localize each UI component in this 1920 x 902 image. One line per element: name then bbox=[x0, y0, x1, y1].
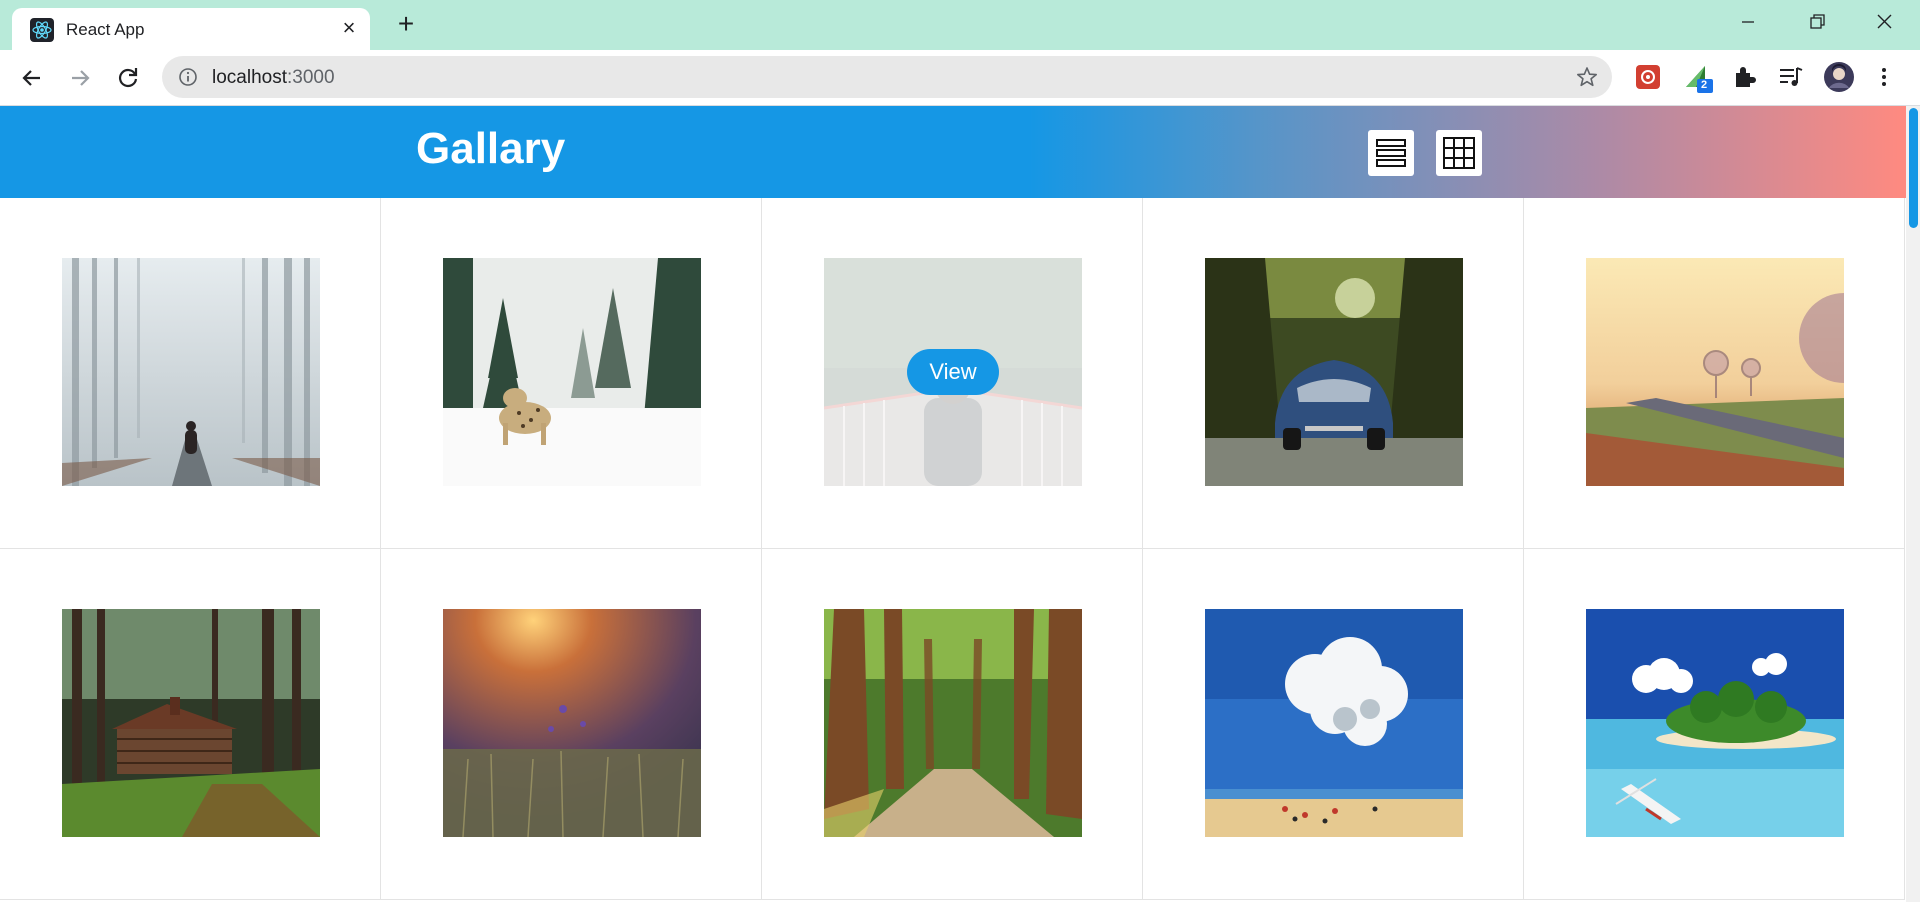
gallery-image[interactable] bbox=[62, 258, 320, 486]
tab-title: React App bbox=[66, 20, 145, 39]
browser-menu-icon[interactable] bbox=[1874, 63, 1894, 91]
extension-red-icon[interactable] bbox=[1634, 63, 1662, 91]
gallery-cell bbox=[762, 549, 1143, 900]
gallery-cell bbox=[381, 198, 762, 549]
url-host: localhost bbox=[212, 67, 287, 88]
browser-tab[interactable]: React App × bbox=[12, 8, 370, 50]
browser-toolbar: localhost:3000 2 bbox=[0, 50, 1920, 106]
gallery-cell: View bbox=[762, 198, 1143, 549]
page-scrollbar[interactable] bbox=[1906, 106, 1920, 902]
address-bar[interactable]: localhost:3000 bbox=[162, 56, 1612, 98]
media-control-icon[interactable] bbox=[1777, 63, 1805, 91]
grid-view-icon bbox=[1443, 137, 1475, 169]
gallery-image[interactable]: View bbox=[824, 258, 1082, 486]
gallery-image[interactable] bbox=[62, 609, 320, 837]
url-text: localhost:3000 bbox=[212, 67, 335, 89]
close-tab-icon[interactable]: × bbox=[338, 17, 360, 39]
gallery-image[interactable] bbox=[443, 258, 701, 486]
gallery-grid: View bbox=[0, 198, 1906, 900]
page-title: Gallary bbox=[416, 124, 566, 173]
close-window-icon[interactable] bbox=[1866, 8, 1902, 36]
gallery-cell bbox=[1143, 198, 1524, 549]
app-header: Gallary bbox=[0, 106, 1906, 198]
bookmark-star-icon[interactable] bbox=[1576, 66, 1598, 88]
gallery-cell bbox=[0, 198, 381, 549]
reload-icon[interactable] bbox=[112, 62, 144, 94]
gallery-image[interactable] bbox=[443, 609, 701, 837]
gallery-image[interactable] bbox=[1586, 609, 1844, 837]
scrollbar-thumb[interactable] bbox=[1909, 108, 1918, 228]
gallery-image[interactable] bbox=[1205, 609, 1463, 837]
site-info-icon[interactable] bbox=[178, 67, 198, 87]
grid-view-button[interactable] bbox=[1436, 130, 1482, 176]
extension-badge-count: 2 bbox=[1701, 79, 1708, 91]
gallery-image[interactable] bbox=[1205, 258, 1463, 486]
gallery-cell bbox=[1524, 549, 1905, 900]
gallery-cell bbox=[1143, 549, 1524, 900]
gallery-cell bbox=[0, 549, 381, 900]
back-arrow-icon[interactable] bbox=[16, 62, 48, 94]
gallery-cell bbox=[1524, 198, 1905, 549]
minimize-icon[interactable] bbox=[1730, 8, 1766, 36]
list-view-button[interactable] bbox=[1368, 130, 1414, 176]
gallery-cell bbox=[381, 549, 762, 900]
new-tab-icon[interactable]: + bbox=[392, 10, 420, 38]
react-favicon-icon bbox=[30, 18, 54, 42]
list-view-icon bbox=[1376, 139, 1406, 167]
forward-arrow-icon[interactable] bbox=[64, 62, 96, 94]
gallery-image[interactable] bbox=[824, 609, 1082, 837]
browser-titlebar: React App × + bbox=[0, 0, 1920, 50]
profile-avatar[interactable] bbox=[1823, 61, 1855, 93]
gallery-image[interactable] bbox=[1586, 258, 1844, 486]
extensions-puzzle-icon[interactable] bbox=[1730, 63, 1758, 91]
extension-badge-icon[interactable]: 2 bbox=[1683, 63, 1713, 93]
app-root: Gallary View bbox=[0, 106, 1906, 902]
restore-icon[interactable] bbox=[1798, 8, 1834, 36]
view-button[interactable]: View bbox=[907, 349, 999, 395]
url-port: :3000 bbox=[287, 67, 335, 88]
